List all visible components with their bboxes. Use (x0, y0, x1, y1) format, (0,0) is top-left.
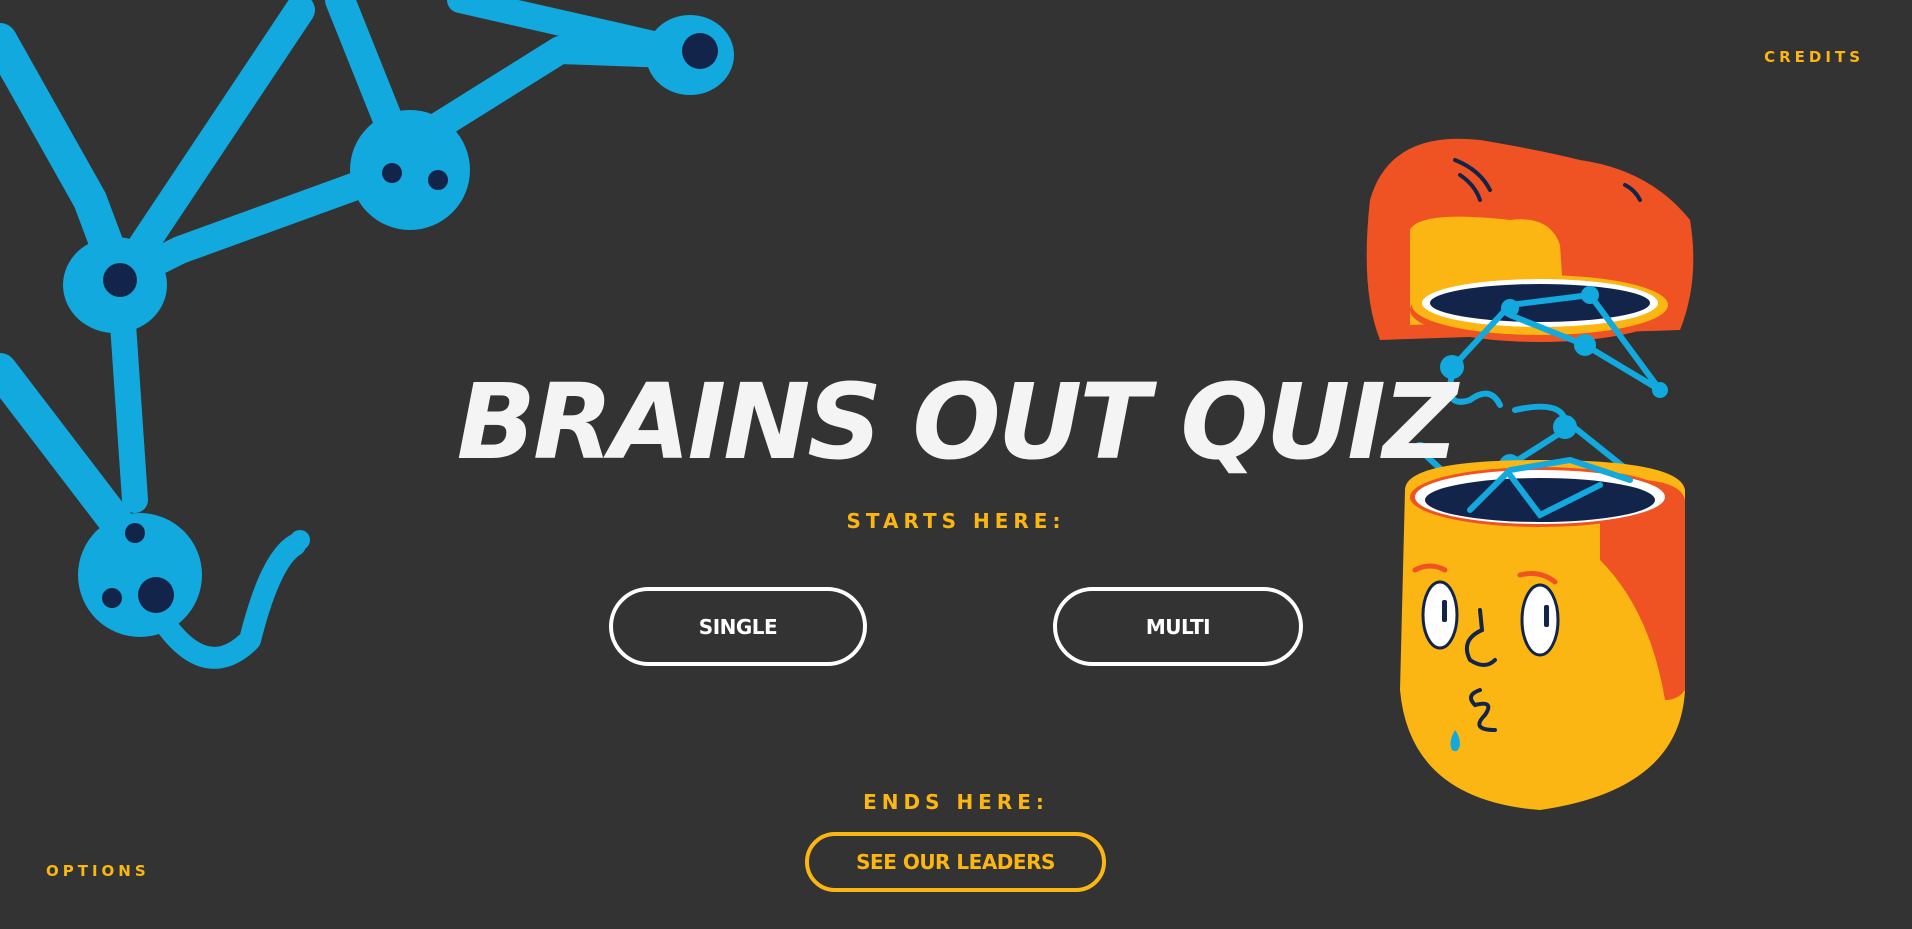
multi-mode-button[interactable]: MULTI (1053, 587, 1303, 666)
multi-mode-label: MULTI (1145, 614, 1211, 639)
see-leaders-button[interactable]: SEE OUR LEADERS (805, 832, 1106, 892)
credits-link[interactable]: CREDITS (1764, 48, 1864, 66)
single-mode-label: SINGLE (698, 614, 778, 639)
starts-here-label: STARTS HERE: (846, 509, 1066, 533)
ends-here-label: ENDS HERE: (863, 790, 1049, 814)
see-leaders-label: SEE OUR LEADERS (856, 850, 1055, 874)
options-link[interactable]: OPTIONS (46, 862, 150, 880)
page-title: BRAINS OUT QUIZ (456, 361, 1459, 483)
single-mode-button[interactable]: SINGLE (609, 587, 867, 666)
